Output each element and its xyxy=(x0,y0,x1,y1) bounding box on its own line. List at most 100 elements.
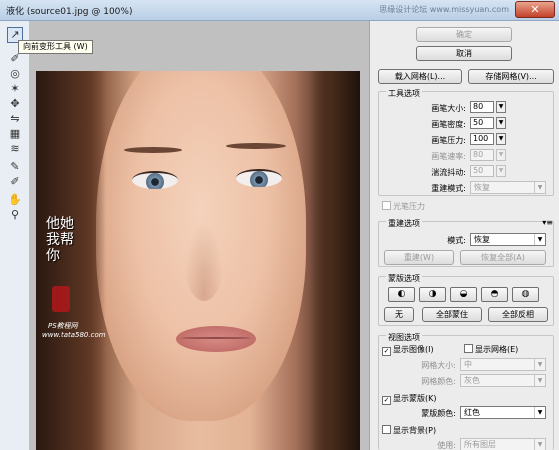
bloat-tool-icon[interactable]: ✥ xyxy=(8,97,22,111)
portrait-image[interactable]: 他她我帮你 PS教程网 www.tata580.com xyxy=(36,71,360,450)
lip-line xyxy=(181,337,251,339)
red-seal xyxy=(52,286,70,312)
reconstruct-mode-value: 恢复 xyxy=(474,183,490,192)
twirl-tool-icon[interactable]: ◎ xyxy=(8,67,22,81)
brush-pressure-dropdown[interactable]: ▼ xyxy=(496,133,506,145)
reconstruct-button[interactable]: 重建(W) xyxy=(384,250,454,265)
show-mask-label: 显示蒙版(K) xyxy=(393,394,437,403)
add-to-selection-icon[interactable]: ◑ xyxy=(419,287,446,302)
pucker-tool-icon[interactable]: ✶ xyxy=(8,82,22,96)
turbulence-tool-icon[interactable]: ≋ xyxy=(8,142,22,156)
ok-button[interactable]: 确定 xyxy=(416,27,512,42)
reconstruct-options-title: 重建选项 xyxy=(386,218,422,229)
stylus-pressure-box xyxy=(382,201,391,210)
check-icon: ✓ xyxy=(382,347,391,356)
site-watermark-line1: PS教程网 xyxy=(48,322,78,330)
mask-options-title: 蒙版选项 xyxy=(386,273,422,284)
restore-all-button[interactable]: 恢复全部(A) xyxy=(460,250,546,265)
show-backdrop-box xyxy=(382,425,391,434)
show-backdrop-checkbox[interactable]: 显示背景(P) xyxy=(382,425,436,436)
nose xyxy=(184,221,224,301)
turbulent-jitter-label: 湍流抖动: xyxy=(431,168,466,177)
reconstruct-mode-value-2: 恢复 xyxy=(474,235,490,244)
view-options-title: 视图选项 xyxy=(386,332,422,343)
show-image-label: 显示图像(I) xyxy=(393,345,434,354)
push-left-tool-icon[interactable]: ⇋ xyxy=(8,112,22,126)
mesh-color-select[interactable]: 灰色 ▼ xyxy=(460,374,546,387)
reconstruct-mode-label: 重建模式: xyxy=(431,184,466,193)
mask-all-button[interactable]: 全部蒙住 xyxy=(422,307,482,322)
chevron-down-icon: ▼ xyxy=(534,359,545,370)
show-image-checkbox[interactable]: ✓ 显示图像(I) xyxy=(382,344,434,356)
site-watermark-line2: www.tata580.com xyxy=(42,331,106,339)
turbulent-jitter-dropdown[interactable]: ▼ xyxy=(496,165,506,177)
options-panel: 确定 取消 载入网格(L)... 存储网格(V)... 工具选项 画笔大小: 8… xyxy=(369,21,559,450)
mask-color-label: 蒙版颜色: xyxy=(421,409,456,418)
show-mesh-box xyxy=(464,344,473,353)
chevron-down-icon: ▼ xyxy=(534,182,545,193)
brush-rate-dropdown[interactable]: ▼ xyxy=(496,149,506,161)
thaw-mask-tool-icon[interactable]: ✐ xyxy=(8,175,22,189)
freeze-mask-tool-icon[interactable]: ✎ xyxy=(8,160,22,174)
zoom-tool-icon[interactable]: ⚲ xyxy=(8,208,22,222)
turbulent-jitter-input[interactable]: 50 xyxy=(470,165,494,177)
left-eyebrow xyxy=(124,147,182,153)
mesh-color-label: 网格颜色: xyxy=(421,377,456,386)
chevron-down-icon: ▼ xyxy=(534,439,545,450)
mirror-tool-icon[interactable]: ▦ xyxy=(8,127,22,141)
mask-color-value: 红色 xyxy=(464,408,480,417)
cancel-button[interactable]: 取消 xyxy=(416,46,512,61)
check-icon: ✓ xyxy=(382,396,391,405)
stylus-pressure-label: 光笔压力 xyxy=(393,202,425,211)
brush-size-input[interactable]: 80 xyxy=(470,101,494,113)
calligraphy-watermark: 他她我帮你 xyxy=(46,216,74,264)
load-mesh-button[interactable]: 载入网格(L)... xyxy=(378,69,462,84)
use-layer-select[interactable]: 所有图层 ▼ xyxy=(460,438,546,450)
show-mesh-checkbox[interactable]: 显示网格(E) xyxy=(464,344,518,355)
brush-rate-input[interactable]: 80 xyxy=(470,149,494,161)
show-backdrop-label: 显示背景(P) xyxy=(393,426,437,435)
use-label: 使用: xyxy=(437,441,456,450)
invert-all-button[interactable]: 全部反相 xyxy=(488,307,548,322)
brush-size-dropdown[interactable]: ▼ xyxy=(496,101,506,113)
left-eye xyxy=(132,171,178,189)
reconstruct-mode-select-2[interactable]: 恢复 ▼ xyxy=(470,233,546,246)
chevron-down-icon: ▼ xyxy=(534,234,545,245)
intersect-selection-icon[interactable]: ◓ xyxy=(481,287,508,302)
left-iris xyxy=(146,173,164,189)
mesh-color-value: 灰色 xyxy=(464,376,480,385)
brush-pressure-input[interactable]: 100 xyxy=(470,133,494,145)
tool-strip: ↗ ✐ ◎ ✶ ✥ ⇋ ▦ ≋ ✎ ✐ ✋ ⚲ xyxy=(0,21,30,450)
brush-density-label: 画笔密度: xyxy=(431,120,466,129)
mesh-size-select[interactable]: 中 ▼ xyxy=(460,358,546,371)
stylus-pressure-checkbox[interactable]: 光笔压力 xyxy=(382,201,425,212)
close-button[interactable]: ✕ xyxy=(515,1,555,18)
tool-tooltip: 向前变形工具 (W) xyxy=(18,40,93,54)
preview-canvas[interactable]: 他她我帮你 PS教程网 www.tata580.com xyxy=(30,21,369,450)
subtract-from-selection-icon[interactable]: ◒ xyxy=(450,287,477,302)
show-mesh-label: 显示网格(E) xyxy=(475,345,519,354)
brush-density-input[interactable]: 50 xyxy=(470,117,494,129)
replace-selection-icon[interactable]: ◐ xyxy=(388,287,415,302)
lips xyxy=(176,326,256,352)
reconstruct-tool-icon[interactable]: ✐ xyxy=(8,52,22,66)
show-mask-checkbox[interactable]: ✓ 显示蒙版(K) xyxy=(382,393,437,405)
right-eyebrow xyxy=(226,143,286,149)
brush-rate-label: 画笔速率: xyxy=(431,152,466,161)
panel-menu-icon[interactable]: ▾≡ xyxy=(542,218,553,227)
tool-options-title: 工具选项 xyxy=(386,88,422,99)
mask-none-button[interactable]: 无 xyxy=(384,307,414,322)
hair-right xyxy=(310,71,360,450)
brush-density-dropdown[interactable]: ▼ xyxy=(496,117,506,129)
mask-mode-buttons: ◐ ◑ ◒ ◓ ◍ xyxy=(388,287,548,302)
hand-tool-icon[interactable]: ✋ xyxy=(8,193,22,207)
site-watermark: 思缘设计论坛 www.missyuan.com xyxy=(379,5,509,14)
reconstruct-mode-label-2: 模式: xyxy=(447,236,466,245)
mask-color-select[interactable]: 红色 ▼ xyxy=(460,406,546,419)
save-mesh-button[interactable]: 存储网格(V)... xyxy=(468,69,554,84)
mesh-size-value: 中 xyxy=(464,360,472,369)
invert-selection-icon[interactable]: ◍ xyxy=(512,287,539,302)
right-iris xyxy=(250,171,268,187)
window-title: 液化 (source01.jpg @ 100%) xyxy=(6,7,133,17)
reconstruct-mode-select[interactable]: 恢复 ▼ xyxy=(470,181,546,194)
